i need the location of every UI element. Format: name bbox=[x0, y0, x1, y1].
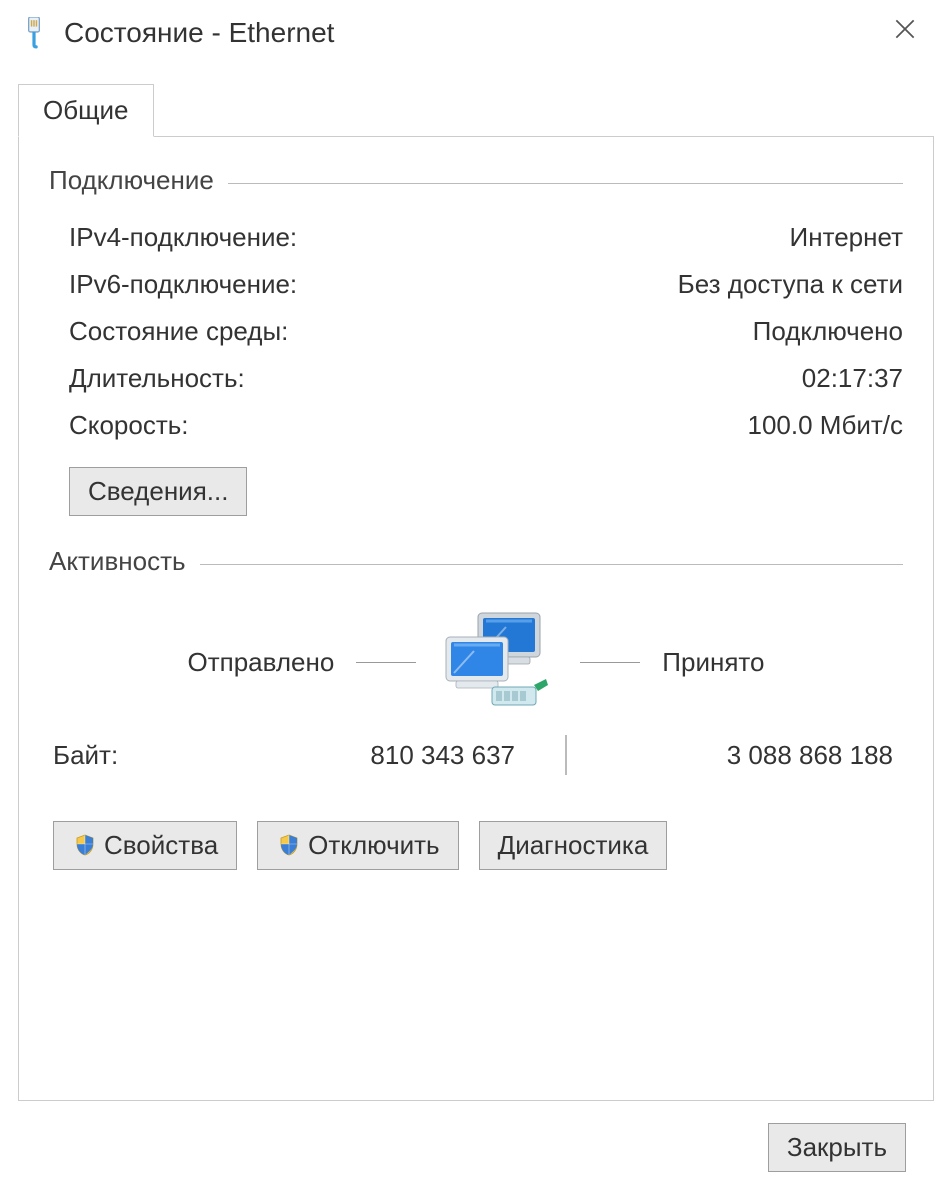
disable-button[interactable]: Отключить bbox=[257, 821, 458, 870]
connection-group-label: Подключение bbox=[49, 165, 214, 196]
sent-label: Отправлено bbox=[188, 647, 335, 678]
ipv4-row: IPv4-подключение: Интернет bbox=[49, 214, 903, 261]
activity-group-header: Активность bbox=[49, 546, 903, 577]
speed-row: Скорость: 100.0 Мбит/с bbox=[49, 402, 903, 449]
media-state-row: Состояние среды: Подключено bbox=[49, 308, 903, 355]
divider bbox=[228, 183, 903, 184]
bytes-label: Байт: bbox=[49, 740, 189, 771]
close-icon[interactable] bbox=[878, 12, 932, 54]
activity-group-label: Активность bbox=[49, 546, 186, 577]
details-button[interactable]: Сведения... bbox=[69, 467, 247, 516]
footer: Закрыть bbox=[18, 1101, 934, 1200]
divider bbox=[580, 662, 640, 663]
properties-button[interactable]: Свойства bbox=[53, 821, 237, 870]
action-buttons-row: Свойства Отключить bbox=[49, 821, 903, 870]
ipv6-value: Без доступа к сети bbox=[678, 269, 903, 300]
ipv4-label: IPv4-подключение: bbox=[69, 222, 297, 253]
bytes-received-value: 3 088 868 188 bbox=[567, 740, 903, 771]
duration-row: Длительность: 02:17:37 bbox=[49, 355, 903, 402]
activity-group: Активность Отправлено bbox=[49, 546, 903, 870]
diagnose-button[interactable]: Диагностика bbox=[479, 821, 668, 870]
connection-group-header: Подключение bbox=[49, 165, 903, 196]
media-state-label: Состояние среды: bbox=[69, 316, 288, 347]
tab-general[interactable]: Общие bbox=[18, 84, 154, 137]
ipv6-label: IPv6-подключение: bbox=[69, 269, 297, 300]
properties-button-label: Свойства bbox=[104, 830, 218, 861]
network-computers-icon bbox=[438, 607, 558, 717]
activity-visual: Отправлено bbox=[49, 595, 903, 725]
tab-panel: Подключение IPv4-подключение: Интернет I… bbox=[18, 136, 934, 1101]
tab-region: Общие Подключение IPv4-подключение: Инте… bbox=[18, 84, 934, 1101]
bytes-sent-value: 810 343 637 bbox=[189, 740, 565, 771]
window-title: Состояние - Ethernet bbox=[64, 17, 878, 49]
speed-value: 100.0 Мбит/с bbox=[748, 410, 904, 441]
disable-button-label: Отключить bbox=[308, 830, 439, 861]
speed-label: Скорость: bbox=[69, 410, 189, 441]
ethernet-cable-icon bbox=[20, 16, 48, 50]
bytes-row: Байт: 810 343 637 3 088 868 188 bbox=[49, 725, 903, 821]
divider bbox=[356, 662, 416, 663]
duration-value: 02:17:37 bbox=[802, 363, 903, 394]
divider bbox=[200, 564, 903, 565]
ipv6-row: IPv6-подключение: Без доступа к сети bbox=[49, 261, 903, 308]
ipv4-value: Интернет bbox=[790, 222, 903, 253]
received-label: Принято bbox=[662, 647, 764, 678]
shield-icon bbox=[72, 833, 98, 859]
close-button[interactable]: Закрыть bbox=[768, 1123, 906, 1172]
connection-group: Подключение IPv4-подключение: Интернет I… bbox=[49, 165, 903, 516]
titlebar: Состояние - Ethernet bbox=[0, 0, 952, 66]
media-state-value: Подключено bbox=[753, 316, 903, 347]
shield-icon bbox=[276, 833, 302, 859]
duration-label: Длительность: bbox=[69, 363, 245, 394]
content-area: Общие Подключение IPv4-подключение: Инте… bbox=[0, 66, 952, 1200]
ethernet-status-window: Состояние - Ethernet Общие Подключение I… bbox=[0, 0, 952, 1200]
